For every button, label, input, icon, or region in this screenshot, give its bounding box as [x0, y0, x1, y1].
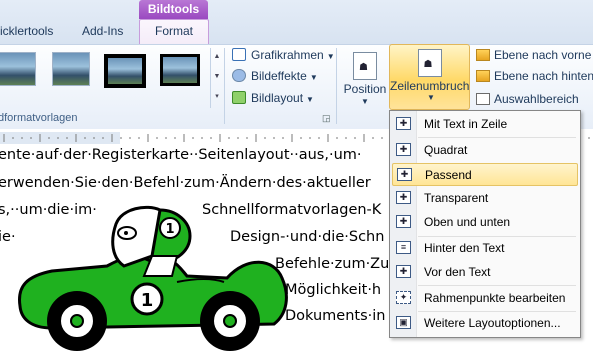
chevron-down-icon: ▼ — [306, 95, 314, 104]
gallery-down-icon[interactable]: ▼ — [212, 68, 222, 86]
picture-border-icon — [232, 48, 246, 61]
picture-style-thumbnail-1[interactable] — [0, 52, 36, 86]
behind-text-icon: ≡ — [396, 241, 411, 254]
picture-effects-icon — [232, 69, 246, 82]
wrap-top-bottom-icon: ✚ — [396, 215, 411, 228]
menu-item-label: Passend — [425, 168, 472, 182]
doc-line: ente·auf·der·Registerkarte··Seitenlayout… — [0, 147, 362, 163]
gallery-scroll[interactable]: ▲ ▼ ▾ — [210, 48, 223, 108]
menu-item-passend[interactable]: ✚ Passend — [392, 163, 578, 186]
menu-item-label: Transparent — [424, 191, 489, 205]
menu-item-label: Rahmenpunkte bearbeiten — [424, 291, 566, 305]
gallery-more-icon[interactable]: ▾ — [212, 88, 222, 106]
menu-item-label: Quadrat — [424, 143, 468, 157]
ebene-nach-vorne-label: Ebene nach vorne — [494, 48, 592, 62]
in-front-of-text-icon: ✚ — [396, 265, 411, 278]
menu-item-hinter-den-text[interactable]: ≡ Hinter den Text — [392, 237, 578, 260]
grafikrahmen-button[interactable]: Grafikrahmen ▼ — [232, 45, 335, 65]
contextual-tab-header: Bildtools — [139, 0, 208, 19]
zeilenumbruch-label: Zeilenumbruch — [390, 79, 470, 93]
menu-separator — [418, 137, 576, 138]
wrap-square-icon: ✚ — [396, 143, 411, 156]
bring-forward-icon — [476, 49, 490, 61]
menu-item-label: Mit Text in Zeile — [424, 117, 508, 131]
picture-style-thumbnail-2[interactable] — [52, 52, 90, 86]
ebene-nach-vorne-button[interactable]: Ebene nach vorne▼ — [476, 45, 593, 65]
helmet-number: 1 — [165, 222, 174, 237]
layout-options-icon: ▣ — [396, 316, 411, 329]
chevron-down-icon: ▼ — [326, 52, 335, 61]
menu-item-mit-text-in-zeile[interactable]: ✚ Mit Text in Zeile — [392, 113, 578, 136]
send-backward-icon — [476, 70, 490, 82]
doc-line: Befehle·zum·Zu — [275, 256, 390, 272]
zeilenumbruch-button[interactable]: ☗ Zeilenumbruch ▼ — [389, 44, 470, 110]
position-icon: ☗ — [353, 52, 377, 80]
position-label: Position — [343, 82, 387, 96]
wrap-inline-icon: ✚ — [396, 117, 411, 130]
group-separator — [224, 48, 225, 124]
menu-item-oben-und-unten[interactable]: ✚ Oben und unten — [392, 211, 578, 234]
car-number: 1 — [141, 290, 154, 311]
grafikrahmen-label: Grafikrahmen — [251, 48, 324, 62]
ebene-nach-hinten-button[interactable]: Ebene nach hinten — [476, 66, 593, 86]
menu-item-label: Hinter den Text — [424, 241, 505, 255]
picture-style-thumbnail-3[interactable] — [104, 54, 146, 88]
menu-item-vor-den-text[interactable]: ✚ Vor den Text — [392, 261, 578, 284]
doc-line: Dokuments·in — [285, 308, 386, 324]
bildlayout-label: Bildlayout — [251, 91, 304, 105]
selection-pane-icon — [476, 93, 490, 105]
auswahlbereich-label: Auswahlbereich — [494, 92, 579, 106]
group-label-bildformatvorlagen: dformatvorlagen — [0, 112, 78, 124]
race-car-image[interactable]: 1 1 — [12, 196, 290, 356]
doc-line: Möglichkeit·h — [285, 282, 382, 298]
zeilenumbruch-menu: ✚ Mit Text in Zeile ✚ Quadrat ✚ Passend … — [389, 110, 581, 338]
chevron-down-icon: ▼ — [361, 97, 369, 106]
edit-wrap-points-icon: ✦ — [396, 291, 411, 304]
text-wrapping-icon: ☗ — [417, 49, 442, 77]
menu-item-rahmenpunkte-bearbeiten[interactable]: ✦ Rahmenpunkte bearbeiten — [392, 287, 578, 310]
gallery-up-icon[interactable]: ▲ — [212, 48, 222, 66]
wrap-tight-icon: ✚ — [397, 168, 412, 181]
tab-entwicklertools[interactable]: icklertools — [0, 20, 53, 44]
chevron-down-icon: ▼ — [427, 93, 435, 102]
position-button[interactable]: ☗ Position ▼ — [343, 48, 387, 122]
chevron-down-icon: ▼ — [309, 73, 318, 82]
bildeffekte-label: Bildeffekte — [251, 69, 307, 83]
group-separator — [336, 48, 337, 124]
tab-format[interactable]: Format — [139, 19, 209, 45]
doc-line: erwenden·Sie·den·Befehl·zum·Ändern·des·a… — [0, 175, 371, 191]
menu-item-weitere-layoutoptionen[interactable]: ▣ Weitere Layoutoptionen... — [392, 312, 578, 335]
menu-item-transparent[interactable]: ✚ Transparent — [392, 187, 578, 210]
menu-item-quadrat[interactable]: ✚ Quadrat — [392, 139, 578, 162]
picture-style-thumbnail-4[interactable] — [160, 54, 200, 86]
menu-item-label: Oben und unten — [424, 215, 511, 229]
menu-item-label: Weitere Layoutoptionen... — [424, 316, 561, 330]
menu-item-label: Vor den Text — [424, 265, 491, 279]
tab-add-ins[interactable]: Add-Ins — [82, 20, 123, 44]
bildeffekte-button[interactable]: Bildeffekte ▼ — [232, 66, 318, 86]
bildlayout-button[interactable]: Bildlayout ▼ — [232, 88, 314, 108]
menu-separator — [418, 285, 576, 286]
dialog-launcher-icon[interactable]: ◲ — [322, 113, 331, 124]
ebene-nach-hinten-label: Ebene nach hinten — [494, 69, 593, 83]
auswahlbereich-button[interactable]: Auswahlbereich — [476, 89, 579, 109]
picture-layout-icon — [232, 91, 246, 104]
wrap-through-icon: ✚ — [396, 191, 411, 204]
